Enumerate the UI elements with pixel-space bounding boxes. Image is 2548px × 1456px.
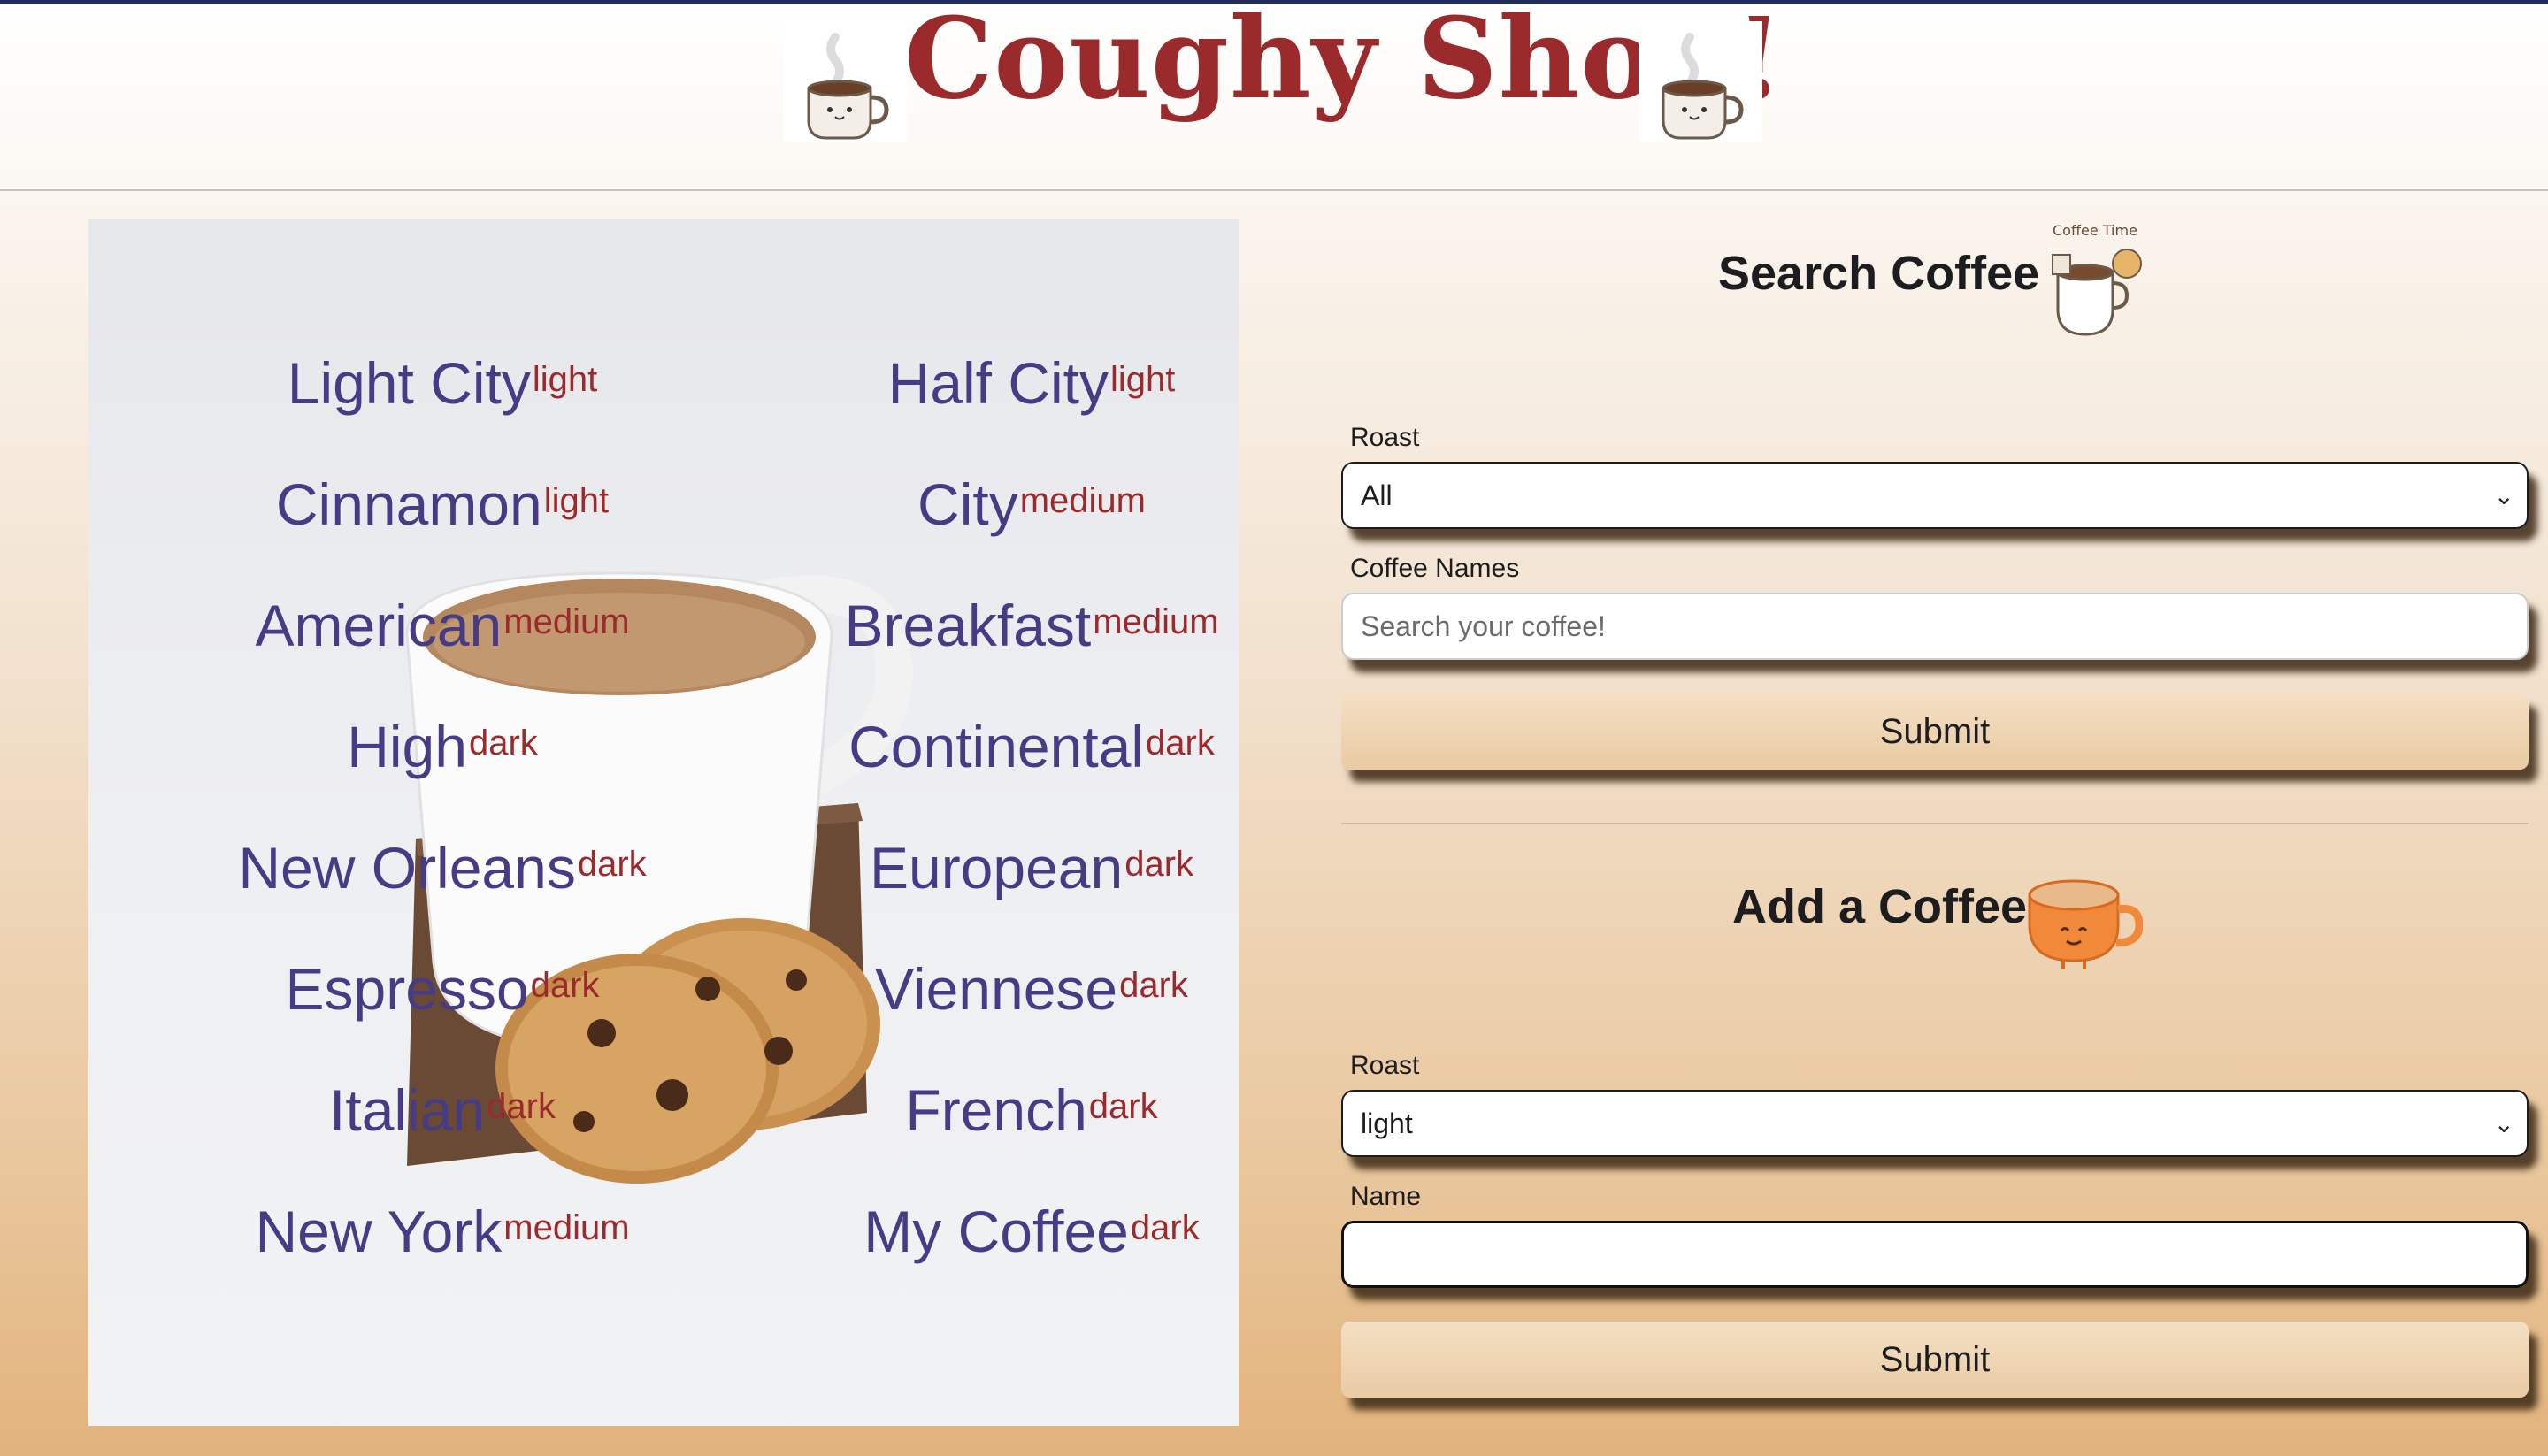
list-item: Cinnamonlight [195,475,690,533]
coffee-names-label: Coffee Names [1350,554,1520,583]
search-section-title: Search Coffee [1718,247,2040,300]
search-submit-button[interactable]: Submit [1341,694,2529,770]
coffee-roast: medium [503,602,630,641]
coffee-roast: dark [1088,1087,1158,1126]
list-item: Espressodark [195,960,690,1018]
add-section-title: Add a Coffee [1732,880,2028,933]
coffee-name: My Coffee [863,1199,1129,1264]
coffee-roast: dark [1146,724,1215,762]
list-item: New Orleansdark [195,839,690,897]
coffee-roast: dark [1130,1208,1200,1247]
page-title: Coughy Shop! [904,0,1784,124]
coffee-roast: medium [503,1208,630,1247]
coffee-name: Cinnamon [275,471,542,537]
list-item: New Yorkmedium [195,1202,690,1261]
list-item: Highdark [195,717,690,776]
coffee-name: American [255,593,503,658]
coffee-roast: dark [487,1087,556,1126]
coffee-name: New Orleans [238,835,576,900]
list-item: Viennesedark [784,960,1279,1018]
section-divider [1341,823,2529,824]
coffee-roast: dark [577,845,647,884]
list-item: Italiandark [195,1081,690,1139]
chevron-down-icon: ⌄ [2493,482,2514,510]
coffee-name: Espresso [285,956,529,1022]
add-roast-label: Roast [1350,1051,1420,1080]
coffee-roast: dark [1119,966,1188,1005]
search-roast-select[interactable]: All ⌄ [1341,462,2529,529]
steaming-mug-icon [1639,21,1762,142]
steaming-mug-icon [784,21,908,142]
list-item: Citymedium [784,475,1279,533]
coffee-name: Half City [887,350,1109,416]
coffee-roast: dark [468,724,538,762]
search-roast-label: Roast [1350,423,1420,452]
add-submit-button[interactable]: Submit [1341,1322,2529,1398]
coffee-name: City [917,471,1018,537]
name-label: Name [1350,1182,1422,1211]
search-roast-value: All [1361,479,1393,511]
coffee-roast: light [543,481,610,520]
coffee-roast: dark [1124,845,1194,884]
list-item: Half Citylight [784,354,1279,412]
list-item: Continentaldark [784,717,1279,776]
coffee-roast: medium [1093,602,1219,641]
coffee-name: Viennese [875,956,1118,1022]
chevron-down-icon: ⌄ [2493,1110,2514,1138]
coffee-name: French [905,1077,1087,1143]
coffee-list: Light Citylight Half Citylight Cinnamonl… [88,219,1239,1426]
name-input[interactable] [1341,1221,2529,1288]
coffee-name: Continental [848,714,1145,779]
header-divider [0,189,2548,191]
list-item: Europeandark [784,839,1279,897]
smiling-cup-icon [2024,876,2144,975]
add-roast-value: light [1361,1107,1413,1139]
list-item: Light Citylight [195,354,690,412]
list-item: Americanmedium [195,596,690,655]
coffee-name: High [347,714,467,779]
coffee-name: New York [255,1199,503,1264]
add-roast-select[interactable]: light ⌄ [1341,1090,2529,1157]
list-item: Frenchdark [784,1081,1279,1139]
coffee-time-text: Coffee Time [2053,222,2137,239]
coffee-roast: light [1109,360,1176,399]
coffee-time-icon: Coffee Time [2040,219,2146,343]
coffee-name: European [869,835,1124,900]
coffee-roast: dark [530,966,600,1005]
coffee-roast: light [532,360,598,399]
coffee-name: Italian [329,1077,486,1143]
coffee-roast: medium [1019,481,1146,520]
coffee-name: Light City [287,350,531,416]
coffee-names-input[interactable]: Search your coffee! [1341,593,2529,660]
list-item: My Coffeedark [784,1202,1279,1261]
list-item: Breakfastmedium [784,596,1279,655]
coffee-name: Breakfast [844,593,1092,658]
